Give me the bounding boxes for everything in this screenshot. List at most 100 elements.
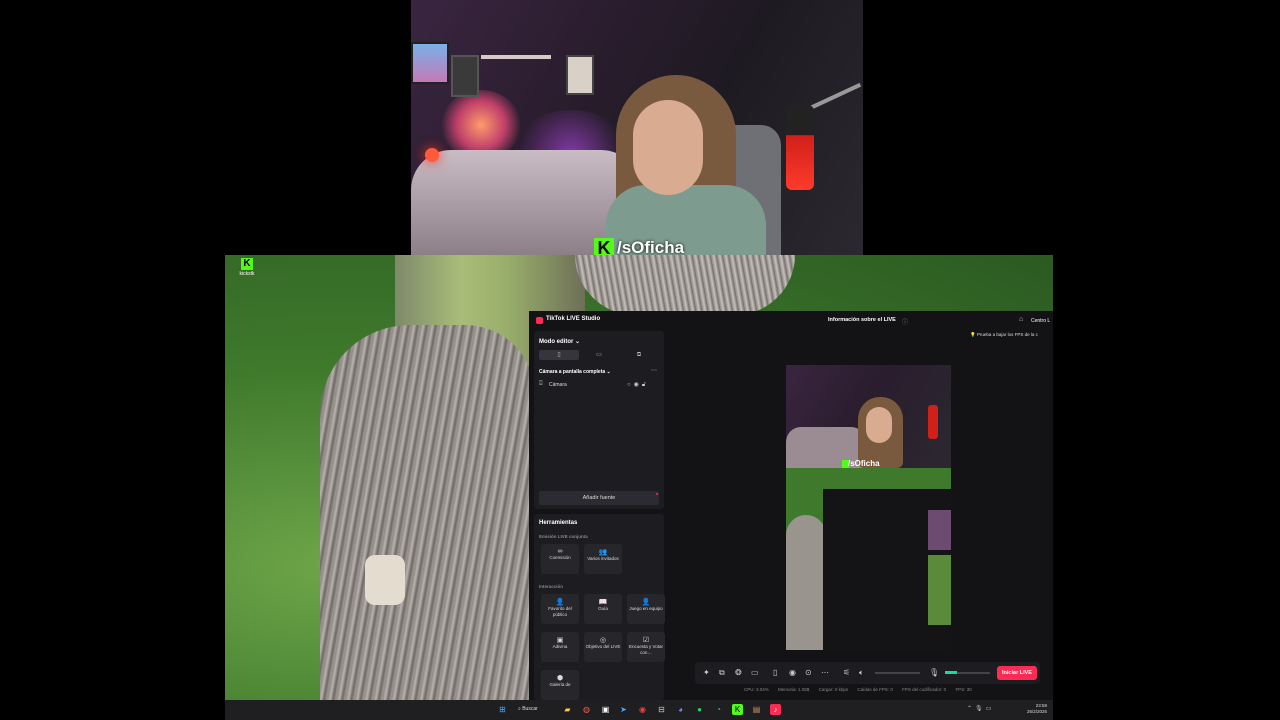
phone-icon[interactable]: ▯ [773, 668, 777, 677]
chevron-up-icon[interactable]: ⌃ [967, 706, 975, 712]
tool-label: Favorito del público [548, 606, 572, 617]
tiktok-logo-icon [536, 317, 543, 324]
kick-taskbar-icon[interactable]: K [732, 704, 743, 715]
microphone-icon[interactable]: 🎙︎ [975, 706, 986, 712]
kick-app-icon: K [241, 258, 253, 270]
volume-slider[interactable] [875, 672, 920, 674]
mic-level [945, 671, 957, 674]
tiktok-studio-icon[interactable]: ♪ [770, 704, 781, 715]
replay-icon[interactable]: ⊙ [805, 668, 812, 677]
eye-icon[interactable]: ◉ [634, 382, 642, 388]
sloth-claws [365, 555, 405, 605]
joint-live-section-title: Emisión LIVE conjunta [539, 534, 588, 539]
fps-tip: 💡 Prueba a bajar los FPS de la c [970, 332, 1038, 338]
status-upload: Cargar: 0 kbps [818, 687, 849, 692]
gallery-icon: ⬢ [556, 675, 564, 682]
speaker-icon[interactable]: 🔈︎ [859, 668, 864, 678]
home-icon[interactable]: ⌂ [1019, 316, 1023, 323]
status-encoder-fps: FPS del codificador: 0 [902, 687, 947, 692]
mic-arm [805, 82, 862, 112]
file-explorer-icon[interactable]: ▰ [562, 704, 573, 715]
tool-label: Coemisión [549, 555, 571, 560]
preview-streamer-face [866, 407, 892, 443]
app-icon[interactable]: ⊟ [656, 704, 667, 715]
layout-popout-button[interactable]: ⧉ [619, 350, 659, 360]
scene-dropdown[interactable]: Cámara a pantalla completa ⌄ [539, 369, 611, 375]
info-icon[interactable]: ⓘ [902, 317, 908, 326]
chrome-icon[interactable]: ◍ [581, 704, 592, 715]
source-item-camera[interactable]: ⌼ Cámara ○◉🔓︎ [539, 381, 659, 391]
red-lamp [425, 148, 439, 162]
users-icon: 👥 [598, 549, 608, 556]
record-icon[interactable]: ◉ [789, 668, 796, 677]
wall-frame [451, 55, 479, 97]
whatsapp-icon[interactable]: ◔ [713, 704, 724, 715]
sloth [320, 325, 535, 700]
editor-mode-label: Modo editor [539, 339, 574, 345]
windows-start-icon[interactable]: ⊞ [497, 704, 508, 715]
status-memory: Memoria: 1.08$ [778, 687, 810, 692]
source-controls[interactable]: ○◉🔓︎ [627, 381, 649, 389]
circle-icon[interactable]: ○ [627, 382, 634, 388]
streamer-face [633, 100, 703, 195]
tool-coemision[interactable]: ∞ Coemisión [541, 544, 579, 574]
obs-icon[interactable]: ◉ [637, 704, 648, 715]
system-tray[interactable]: ⌃🎙︎▭ [967, 705, 994, 712]
link-icon: ∞ [557, 548, 563, 555]
desktop-shortcut-label: kickstk [239, 271, 255, 277]
tool-label: Varios invitados [587, 556, 619, 561]
microphone-icon[interactable]: 🎙︎ [929, 668, 939, 677]
discord-icon[interactable]: ◕ [675, 704, 686, 715]
tool-live-goal[interactable]: ◎ Objetivo del LIVE [584, 632, 622, 662]
tool-label: Guía [598, 606, 608, 611]
chevron-down-icon: ⌄ [575, 339, 581, 345]
start-live-button[interactable]: Iniciar LIVE [997, 666, 1037, 680]
lightbulb-icon: 💡 [970, 332, 976, 337]
user-icon: 👤 [555, 599, 565, 606]
tools-title: Herramientas [539, 520, 578, 526]
layout-horizontal-button[interactable]: ▭ [579, 350, 619, 360]
editor-mode-dropdown[interactable]: Modo editor ⌄ [539, 338, 580, 345]
desktop-shortcut-kick[interactable]: K kickstk [236, 258, 258, 277]
lock-icon[interactable]: 🔓︎ [642, 382, 649, 388]
tool-gallery[interactable]: ⬢ Galería de [541, 670, 579, 700]
fps-tip-text: Prueba a bajar los FPS de la c [976, 332, 1038, 337]
tiktok-live-studio-window: TikTok LIVE Studio Información sobre el … [529, 311, 1053, 700]
magic-wand-icon[interactable]: ✦ [703, 668, 710, 677]
network-icon[interactable]: ▭ [986, 706, 995, 712]
help-center-link[interactable]: Centro L [1031, 318, 1050, 324]
spotify-icon[interactable]: ● [694, 704, 705, 715]
tool-audience-favorite[interactable]: 👤 Favorito del público [541, 594, 579, 624]
app-icon[interactable]: ▣ [600, 704, 611, 715]
interaction-section-title: Interacción [539, 584, 564, 589]
preview-sloth [786, 515, 826, 650]
add-source-button[interactable]: Añadir fuente [539, 491, 659, 505]
taskbar-clock[interactable]: 23:59 26/2/2026 [1025, 703, 1047, 715]
webcam-feed [411, 0, 863, 255]
tool-poll[interactable]: ☑ Encuesta y Votar con… [627, 632, 665, 662]
preview-nested-desktop [928, 555, 951, 625]
more-options-icon[interactable]: ⋯ [651, 367, 657, 374]
app-icon[interactable]: ▤ [751, 704, 762, 715]
settings-sliders-icon[interactable]: ⚟ [843, 668, 850, 677]
book-icon: 📖 [598, 599, 608, 606]
live-info-title[interactable]: Información sobre el LIVE [828, 317, 896, 323]
clock-date: 26/2/2026 [1026, 709, 1047, 714]
tool-guess[interactable]: ▣ Adivina [541, 632, 579, 662]
copy-icon[interactable]: ⧉ [719, 668, 725, 678]
steam-icon[interactable]: ➤ [618, 704, 629, 715]
stream-preview[interactable]: /sOficha [786, 365, 951, 650]
layout-vertical-button[interactable]: ▯ [539, 350, 579, 360]
tool-label: Objetivo del LIVE [585, 644, 621, 649]
tool-guide[interactable]: 📖 Guía [584, 594, 622, 624]
taskbar-search[interactable]: ⌕ Buscar [518, 704, 550, 715]
status-bar: CPU: 3.04% Memoria: 1.08$ Cargar: 0 kbps… [744, 687, 1044, 695]
tool-label: Adivina [552, 644, 568, 649]
scene-name-label: Cámara a pantalla completa [539, 369, 606, 375]
tool-team-game[interactable]: 👤 Juego en equipo [627, 594, 665, 624]
screen-icon[interactable]: ▭ [751, 668, 759, 677]
search-label: Buscar [522, 706, 538, 712]
effects-icon[interactable]: ❂ [735, 668, 742, 677]
tool-multi-guest[interactable]: 👥 Varios invitados [584, 544, 622, 574]
more-icon[interactable]: ⋯ [821, 668, 829, 677]
